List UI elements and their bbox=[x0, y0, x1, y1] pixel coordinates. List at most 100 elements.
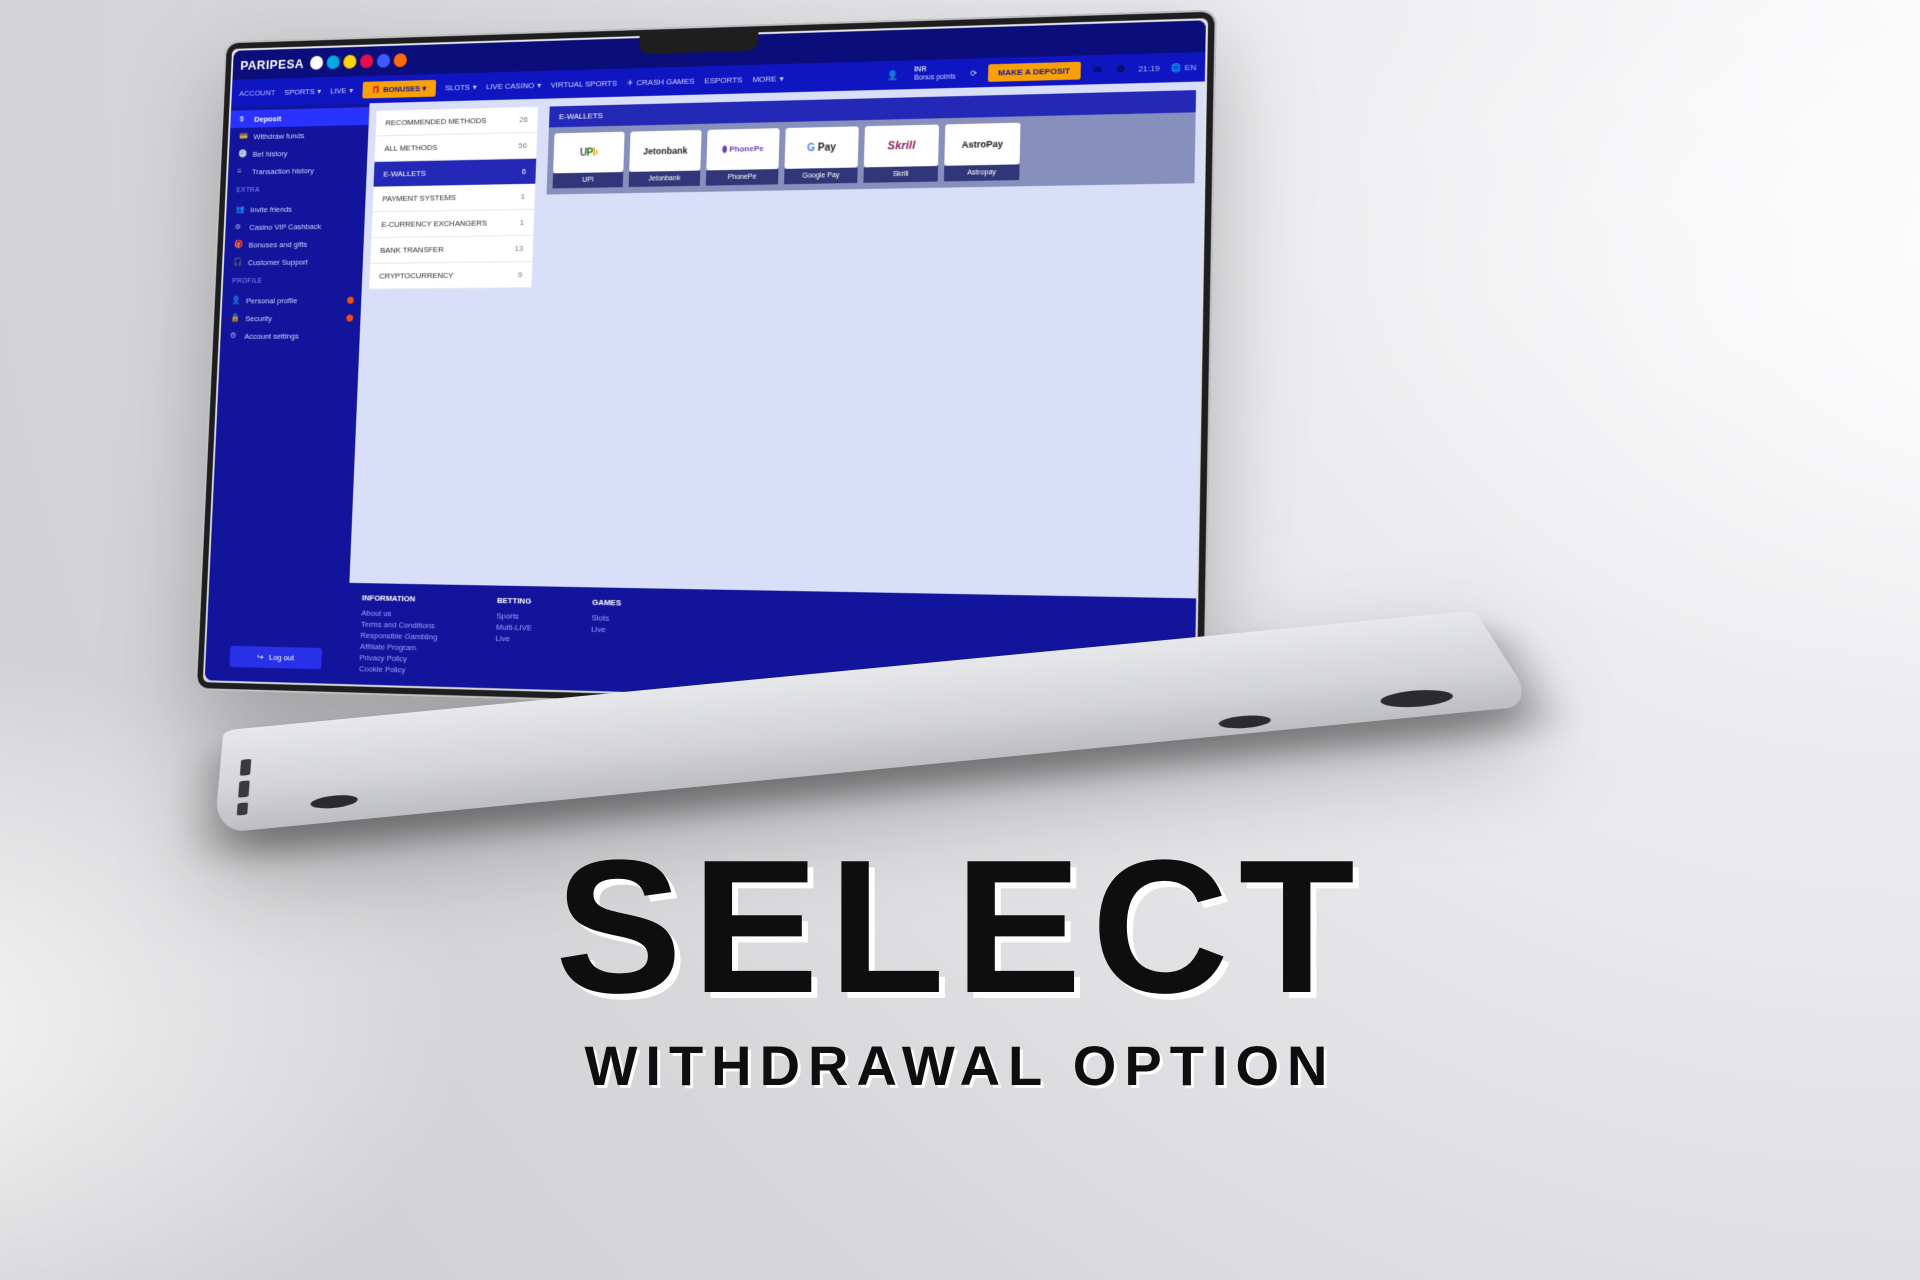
league-icon[interactable] bbox=[309, 56, 323, 70]
category-count: 6 bbox=[522, 167, 527, 176]
sidebar-item-label: Customer Support bbox=[248, 257, 308, 267]
sidebar-item-label: Casino VIP Cashback bbox=[249, 222, 321, 232]
league-icon[interactable] bbox=[393, 53, 407, 67]
category-count: 56 bbox=[518, 141, 527, 150]
category-cryptocurrency[interactable]: CRYPTOCURRENCY 9 bbox=[369, 262, 532, 290]
category-recommended[interactable]: RECOMMENDED METHODS 26 bbox=[376, 107, 539, 137]
category-count: 9 bbox=[518, 270, 523, 279]
account-balance[interactable]: INRBonus points bbox=[910, 65, 961, 82]
alert-dot-icon bbox=[347, 296, 354, 303]
user-icon: 👤 bbox=[231, 296, 241, 306]
laptop-mockup: PARIPESA ACCOUNT SPORTS ▾ LIVE ▾ 🎁 BONUS… bbox=[195, 30, 1295, 800]
category-label: E-CURRENCY EXCHANGERS bbox=[381, 219, 487, 230]
category-label: RECOMMENDED METHODS bbox=[385, 116, 486, 127]
category-currency-exchangers[interactable]: E-CURRENCY EXCHANGERS 1 bbox=[371, 210, 534, 238]
category-label: CRYPTOCURRENCY bbox=[379, 271, 454, 281]
settings-gear-icon[interactable]: ⚙ bbox=[1115, 62, 1128, 75]
sidebar-item-txn-history[interactable]: ≡ Transaction history bbox=[228, 160, 367, 180]
sidebar-item-security[interactable]: 🔒 Security bbox=[221, 309, 361, 328]
category-label: E-WALLETS bbox=[383, 169, 426, 179]
wallet-panel: E-WALLETS UPI› UPI Jetonbank Jetonbank bbox=[543, 90, 1196, 288]
category-ewallets[interactable]: E-WALLETS 6 bbox=[374, 159, 537, 187]
category-label: PAYMENT SYSTEMS bbox=[382, 193, 456, 203]
footer-link[interactable]: Sports bbox=[496, 610, 532, 622]
nav-virtual-sports[interactable]: VIRTUAL SPORTS bbox=[550, 74, 617, 93]
brand-logo[interactable]: PARIPESA bbox=[240, 56, 304, 72]
league-icon[interactable] bbox=[326, 55, 340, 69]
sidebar-item-label: Transaction history bbox=[252, 166, 314, 176]
sidebar-item-bonuses[interactable]: 🎁 Bonuses and gifts bbox=[224, 234, 364, 254]
account-sidebar: $ Deposit 💳 Withdraw funds 🕘 Bet history bbox=[205, 103, 370, 684]
nav-live[interactable]: LIVE ▾ bbox=[330, 82, 353, 99]
caption-sub: WITHDRAWAL OPTION bbox=[0, 1033, 1920, 1098]
footer-heading: GAMES bbox=[592, 598, 621, 608]
category-count: 13 bbox=[514, 244, 523, 253]
language-selector[interactable]: 🌐 EN bbox=[1170, 58, 1196, 77]
make-deposit-button[interactable]: MAKE A DEPOSIT bbox=[987, 61, 1080, 81]
mail-icon[interactable]: ✉ bbox=[1091, 63, 1104, 76]
sidebar-item-vip-cashback[interactable]: ⊛ Casino VIP Cashback bbox=[225, 216, 365, 236]
sidebar-item-label: Invite friends bbox=[250, 204, 292, 213]
caption-main: SELECT bbox=[0, 840, 1920, 1015]
footer-col-information: INFORMATION About us Terms and Condition… bbox=[359, 593, 439, 676]
footer-link[interactable]: Cookie Policy bbox=[359, 663, 437, 676]
logout-icon: ↪ bbox=[257, 652, 264, 661]
gift-icon: 🎁 bbox=[234, 240, 244, 250]
wallet-card-upi[interactable]: UPI› UPI bbox=[553, 132, 625, 189]
wallet-label: Google Pay bbox=[784, 168, 858, 185]
logout-label: Log out bbox=[269, 653, 294, 663]
category-count: 26 bbox=[519, 115, 528, 124]
category-label: BANK TRANSFER bbox=[380, 245, 444, 255]
category-payment-systems[interactable]: PAYMENT SYSTEMS 1 bbox=[372, 184, 535, 213]
category-label: ALL METHODS bbox=[384, 143, 437, 153]
sidebar-item-label: Security bbox=[245, 314, 272, 323]
wallet-card-phonepe[interactable]: ⬮ PhonePe PhonePe bbox=[706, 128, 780, 185]
wallet-card-jetonbank[interactable]: Jetonbank Jetonbank bbox=[629, 130, 702, 187]
category-all-methods[interactable]: ALL METHODS 56 bbox=[375, 133, 538, 162]
user-icon[interactable]: 👤 bbox=[887, 69, 900, 82]
wallet-icon: 💳 bbox=[239, 132, 249, 142]
sidebar-item-settings[interactable]: ⚙ Account settings bbox=[220, 326, 360, 344]
sidebar-item-personal[interactable]: 👤 Personal profile bbox=[222, 291, 362, 310]
league-icon[interactable] bbox=[359, 54, 373, 68]
footer-heading: BETTING bbox=[497, 596, 533, 606]
footer-col-games: GAMES Slots Live bbox=[589, 598, 621, 682]
wallet-logo: G Pay bbox=[785, 126, 859, 169]
nav-esports[interactable]: ESPORTS bbox=[704, 71, 742, 89]
gear-icon: ⚙ bbox=[230, 331, 240, 341]
nav-slots[interactable]: SLOTS ▾ bbox=[445, 78, 477, 96]
league-icon[interactable] bbox=[376, 54, 390, 68]
logout-button[interactable]: ↪ Log out bbox=[229, 646, 322, 669]
nav-sports[interactable]: SPORTS ▾ bbox=[284, 83, 321, 101]
sidebar-head-profile: PROFILE bbox=[223, 274, 363, 288]
footer-link[interactable]: Slots bbox=[591, 612, 621, 624]
footer-heading: INFORMATION bbox=[362, 593, 439, 604]
wallet-logo: ⬮ PhonePe bbox=[706, 128, 779, 170]
sidebar-item-label: Personal profile bbox=[246, 296, 298, 305]
wallet-label: Astropay bbox=[944, 164, 1020, 181]
sidebar-item-support[interactable]: 🎧 Customer Support bbox=[224, 252, 364, 271]
app-body: $ Deposit 💳 Withdraw funds 🕘 Bet history bbox=[205, 81, 1205, 707]
footer-link[interactable]: Live bbox=[495, 633, 531, 645]
league-icon[interactable] bbox=[343, 55, 357, 69]
wallet-logo: Skrill bbox=[864, 125, 939, 168]
people-icon: 👥 bbox=[235, 205, 245, 215]
footer-link[interactable]: Multi-LIVE bbox=[496, 621, 532, 633]
wallet-card-skrill[interactable]: Skrill Skrill bbox=[863, 125, 939, 183]
nav-crash-games[interactable]: ✈ CRASH GAMES bbox=[627, 72, 695, 91]
nav-live-casino[interactable]: LIVE CASINO ▾ bbox=[486, 76, 542, 94]
hero-caption: SELECT WITHDRAWAL OPTION bbox=[0, 840, 1920, 1098]
refresh-icon[interactable]: ⟳ bbox=[970, 64, 977, 82]
dollar-icon: $ bbox=[240, 114, 250, 124]
app-screen: PARIPESA ACCOUNT SPORTS ▾ LIVE ▾ 🎁 BONUS… bbox=[205, 20, 1206, 707]
nav-bonuses[interactable]: 🎁 BONUSES ▾ bbox=[362, 79, 436, 98]
wallet-card-astropay[interactable]: AstroPay Astropay bbox=[944, 123, 1021, 182]
sidebar-item-invite[interactable]: 👥 Invite friends bbox=[226, 199, 365, 219]
category-count: 1 bbox=[520, 218, 525, 227]
nav-more[interactable]: MORE ▾ bbox=[752, 70, 784, 88]
footer-link[interactable]: Live bbox=[591, 624, 621, 636]
wallet-card-googlepay[interactable]: G Pay Google Pay bbox=[784, 126, 859, 184]
category-bank-transfer[interactable]: BANK TRANSFER 13 bbox=[370, 236, 533, 264]
payment-category-list: RECOMMENDED METHODS 26 ALL METHODS 56 E-… bbox=[369, 107, 538, 290]
laptop-lid: PARIPESA ACCOUNT SPORTS ▾ LIVE ▾ 🎁 BONUS… bbox=[195, 9, 1217, 719]
